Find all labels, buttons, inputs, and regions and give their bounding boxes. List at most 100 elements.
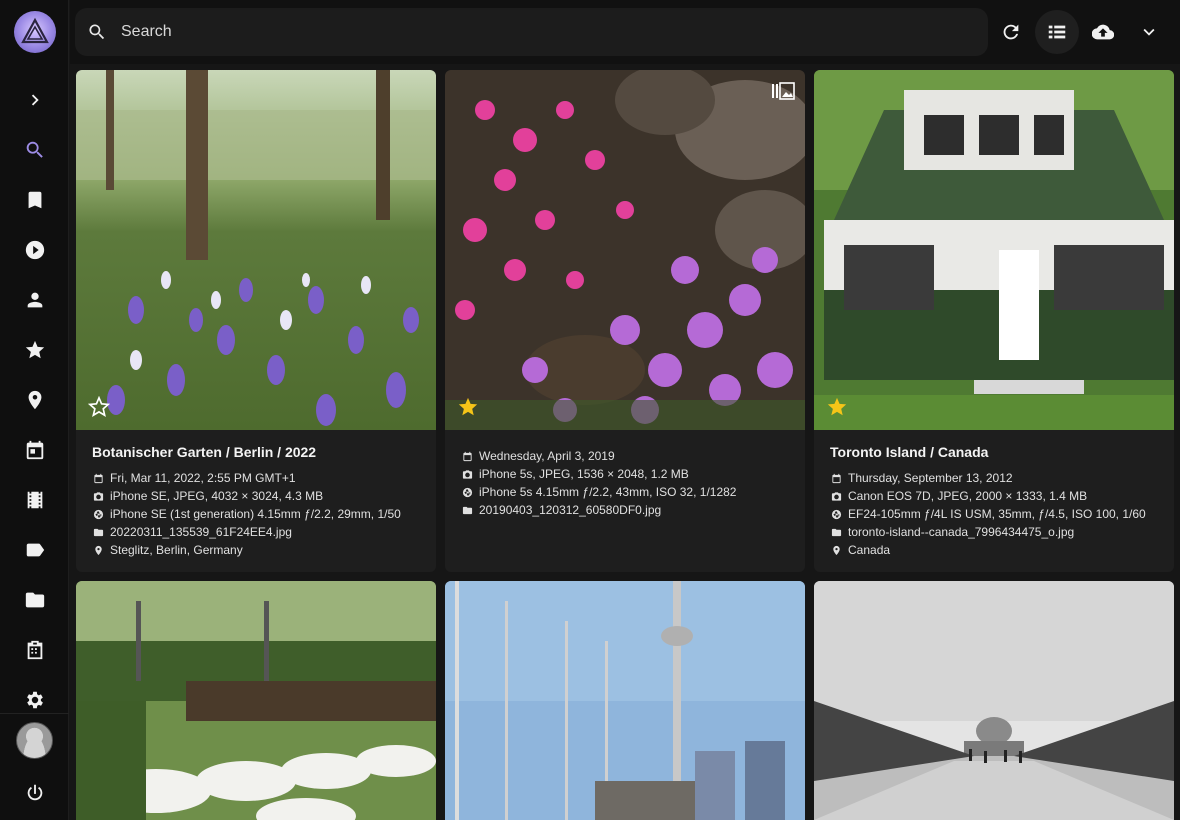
sidebar-item-albums[interactable]	[0, 175, 69, 225]
stack-icon	[772, 82, 795, 100]
aperture-icon	[831, 509, 842, 519]
photo-thumbnail[interactable]	[814, 70, 1174, 430]
photo-card[interactable]: Botanischer Garten / Berlin / 2022 Fri, …	[76, 70, 436, 572]
sidebar	[0, 0, 69, 820]
upload-icon	[1092, 24, 1114, 40]
photo-camera-row: Canon EOS 7D, JPEG, 2000 × 1333, 1.4 MB	[830, 487, 1158, 505]
photo-date: Thursday, September 13, 2012	[848, 471, 1013, 485]
logo-icon	[21, 17, 49, 44]
photo-camera: Canon EOS 7D, JPEG, 2000 × 1333, 1.4 MB	[848, 489, 1088, 503]
aperture-icon	[462, 487, 473, 497]
camera-icon	[462, 469, 473, 479]
sidebar-divider	[0, 713, 69, 714]
photo-info: Botanischer Garten / Berlin / 2022 Fri, …	[76, 430, 436, 559]
photo-lens: iPhone SE (1st generation) 4.15mm ƒ/2.2,…	[110, 507, 401, 521]
photo-lens: EF24-105mm ƒ/4L IS USM, 35mm, ƒ/4.5, ISO…	[848, 507, 1146, 521]
photo-file-row: 20190403_120312_60580DF0.jpg	[461, 501, 789, 519]
photo-info: Toronto Island / Canada Thursday, Septem…	[814, 430, 1174, 559]
photo-card[interactable]: Toronto Island / Canada Thursday, Septem…	[814, 70, 1174, 572]
photo-lens-row: EF24-105mm ƒ/4L IS USM, 35mm, ƒ/4.5, ISO…	[830, 505, 1158, 523]
calendar-icon	[94, 473, 103, 483]
calendar-icon	[463, 451, 472, 461]
power-icon	[27, 784, 42, 801]
photo-filename: toronto-island--canada_7996434475_o.jpg	[848, 525, 1075, 539]
label-icon	[26, 543, 44, 557]
sidebar-item-places[interactable]	[0, 375, 69, 425]
search-icon	[26, 141, 43, 158]
calendar-icon	[26, 440, 43, 460]
photo-camera-row: iPhone 5s, JPEG, 1536 × 2048, 1.2 MB	[461, 465, 789, 483]
refresh-button[interactable]	[989, 10, 1033, 54]
avatar[interactable]	[16, 722, 53, 759]
favorite-toggle-icon[interactable]	[88, 396, 110, 418]
photo-file-row: 20220311_135539_61F24EE4.jpg	[92, 523, 420, 541]
sidebar-item-logout[interactable]	[0, 768, 69, 818]
photo-location-row: Canada	[830, 541, 1158, 559]
photo-filename: 20190403_120312_60580DF0.jpg	[479, 503, 662, 517]
search-input[interactable]	[121, 23, 941, 41]
camera-icon	[831, 491, 842, 501]
sidebar-item-search[interactable]	[0, 125, 69, 175]
location-pin-icon	[833, 545, 840, 555]
star-icon	[25, 340, 44, 359]
person-icon	[27, 292, 42, 308]
sidebar-item-favorites[interactable]	[0, 325, 69, 375]
photo-location: Canada	[848, 543, 891, 557]
photo-date-row: Thursday, September 13, 2012	[830, 469, 1158, 487]
location-pin-icon	[95, 545, 102, 555]
photo-thumbnail[interactable]	[76, 70, 436, 430]
list-view-button[interactable]	[1035, 10, 1079, 54]
chevron-right-icon	[31, 94, 39, 106]
photo-thumbnail[interactable]	[445, 70, 805, 430]
photo-lens-row: iPhone SE (1st generation) 4.15mm ƒ/2.2,…	[92, 505, 420, 523]
location-pin-icon	[28, 390, 41, 410]
library-icon	[27, 640, 42, 660]
sidebar-item-labels[interactable]	[0, 525, 69, 575]
sidebar-item-folders[interactable]	[0, 575, 69, 625]
favorite-toggle-icon[interactable]	[826, 396, 848, 418]
sidebar-expand-button[interactable]	[0, 75, 69, 125]
file-icon	[93, 528, 104, 536]
sidebar-item-settings[interactable]	[0, 675, 69, 725]
app-logo[interactable]	[14, 11, 56, 53]
sidebar-item-library[interactable]	[0, 625, 69, 675]
photo-date: Wednesday, April 3, 2019	[479, 449, 615, 463]
favorite-toggle-icon[interactable]	[457, 396, 479, 418]
photo-title: Toronto Island / Canada	[830, 444, 989, 460]
film-icon	[27, 491, 42, 509]
house-photo	[814, 70, 1174, 430]
photo-camera: iPhone SE, JPEG, 4032 × 3024, 4.3 MB	[110, 489, 324, 503]
settings-icon	[26, 691, 43, 709]
calendar-icon	[832, 473, 841, 483]
photo-card[interactable]	[814, 581, 1174, 820]
chevron-down-icon	[1143, 28, 1155, 36]
photo-date: Fri, Mar 11, 2022, 2:55 PM GMT+1	[110, 471, 296, 485]
sidebar-item-videos[interactable]	[0, 225, 69, 275]
file-icon	[831, 528, 842, 536]
millennium-bridge-photo	[814, 581, 1174, 820]
top-toolbar	[70, 0, 1180, 64]
more-menu-button[interactable]	[1127, 10, 1171, 54]
refresh-icon	[1003, 24, 1019, 40]
photo-lens-row: iPhone 5s 4.15mm ƒ/2.2, 43mm, ISO 32, 1/…	[461, 483, 789, 501]
search-bar[interactable]	[75, 8, 988, 56]
sidebar-item-calendar[interactable]	[0, 425, 69, 475]
sidebar-item-people[interactable]	[0, 275, 69, 325]
folder-icon	[25, 592, 44, 608]
photo-camera-row: iPhone SE, JPEG, 4032 × 3024, 4.3 MB	[92, 487, 420, 505]
bookmark-icon	[28, 191, 41, 209]
sidebar-item-moments[interactable]	[0, 475, 69, 525]
photo-file-row: toronto-island--canada_7996434475_o.jpg	[830, 523, 1158, 541]
photo-location-row: Steglitz, Berlin, Germany	[92, 541, 420, 559]
photo-card[interactable]	[445, 581, 805, 820]
photo-date-row: Wednesday, April 3, 2019	[461, 447, 789, 465]
search-icon	[89, 24, 105, 40]
upload-button[interactable]	[1081, 10, 1125, 54]
camera-icon	[93, 491, 104, 501]
photo-card[interactable]: Wednesday, April 3, 2019 iPhone 5s, JPEG…	[445, 70, 805, 572]
photo-lens: iPhone 5s 4.15mm ƒ/2.2, 43mm, ISO 32, 1/…	[479, 485, 737, 499]
photo-title: Botanischer Garten / Berlin / 2022	[92, 444, 317, 460]
photo-card[interactable]	[76, 581, 436, 820]
play-icon	[25, 240, 44, 260]
aperture-icon	[93, 509, 104, 519]
